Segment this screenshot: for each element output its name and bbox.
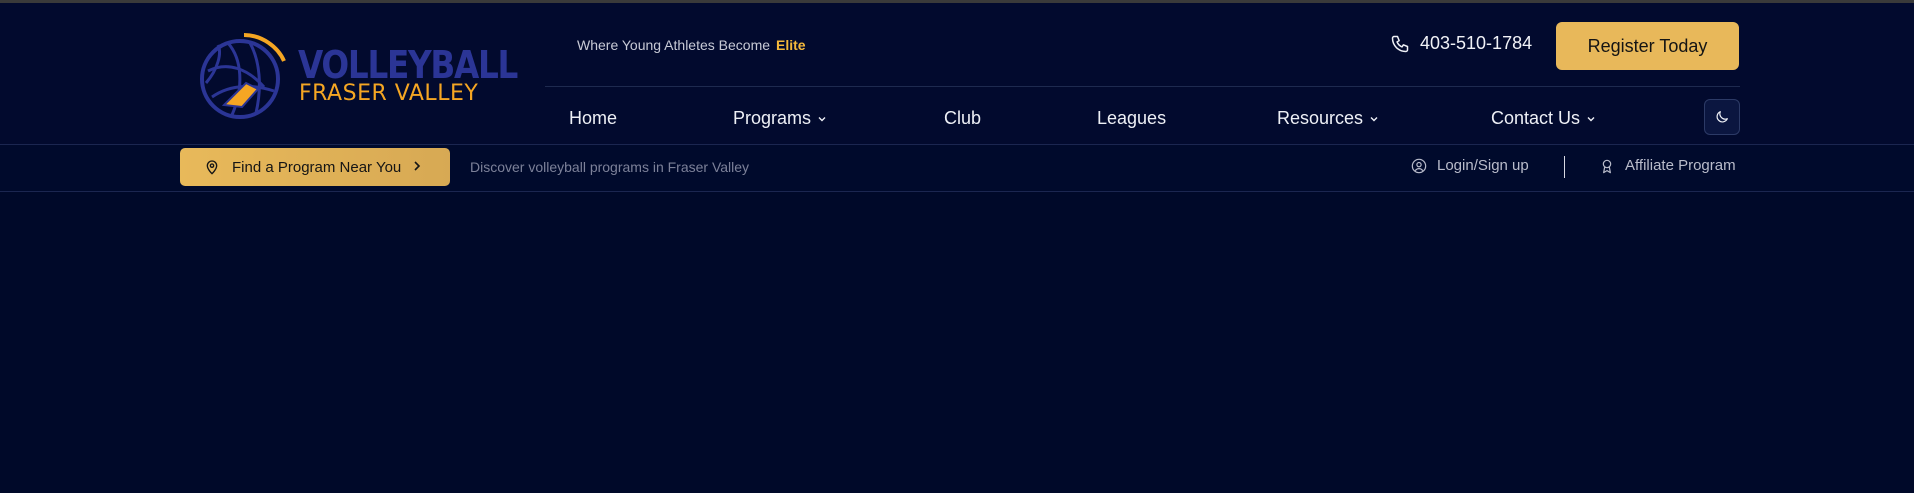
nav-item-label: Resources: [1277, 108, 1364, 128]
main-content-area: [0, 192, 1914, 493]
theme-toggle-button[interactable]: [1704, 99, 1740, 135]
phone-icon: [1391, 35, 1409, 52]
user-circle-icon: [1411, 158, 1427, 173]
nav-item-resources[interactable]: Resources: [1277, 108, 1379, 129]
affiliate-program-label: Affiliate Program: [1625, 157, 1736, 174]
tagline-highlight: Elite: [776, 37, 806, 53]
main-nav: Home Programs Club Leagues Resources Con…: [0, 87, 1914, 147]
find-program-label: Find a Program Near You: [232, 158, 402, 176]
chevron-down-icon: [1370, 116, 1378, 121]
nav-item-label: Contact Us: [1491, 108, 1581, 128]
nav-item-label: Programs: [733, 108, 812, 128]
affiliate-program-link[interactable]: Affiliate Program: [1599, 157, 1736, 174]
phone-link[interactable]: 403-510-1784: [1390, 33, 1532, 54]
tagline-text: Where Young Athletes Become: [577, 37, 771, 53]
moon-icon: [1716, 111, 1728, 123]
register-button[interactable]: Register Today: [1556, 22, 1739, 70]
find-program-button[interactable]: Find a Program Near You: [180, 148, 450, 186]
subbar-vertical-divider: [1564, 156, 1565, 178]
nav-item-contact-us[interactable]: Contact Us: [1491, 108, 1596, 129]
login-signup-link[interactable]: Login/Sign up: [1411, 157, 1529, 174]
nav-item-programs[interactable]: Programs: [733, 108, 827, 129]
chevron-right-icon: [414, 161, 421, 171]
tagline: Where Young Athletes Become Elite: [577, 37, 806, 53]
phone-number: 403-510-1784: [1420, 33, 1533, 53]
nav-item-club[interactable]: Club: [944, 108, 981, 129]
chevron-down-icon: [1587, 116, 1595, 121]
nav-item-label: Home: [569, 108, 618, 128]
sub-bar: Find a Program Near You Discover volleyb…: [0, 145, 1914, 191]
nav-item-home[interactable]: Home: [569, 108, 617, 129]
login-signup-label: Login/Sign up: [1437, 157, 1529, 174]
chevron-down-icon: [818, 116, 826, 121]
nav-item-leagues[interactable]: Leagues: [1097, 108, 1166, 129]
site-header: VOLLEYBALL FRASER VALLEY Where Young Ath…: [0, 3, 1914, 144]
award-icon: [1602, 159, 1612, 173]
nav-item-label: Club: [944, 108, 982, 128]
discover-text: Discover volleyball programs in Fraser V…: [470, 159, 750, 175]
nav-item-label: Leagues: [1097, 108, 1167, 128]
map-pin-icon: [206, 160, 218, 175]
